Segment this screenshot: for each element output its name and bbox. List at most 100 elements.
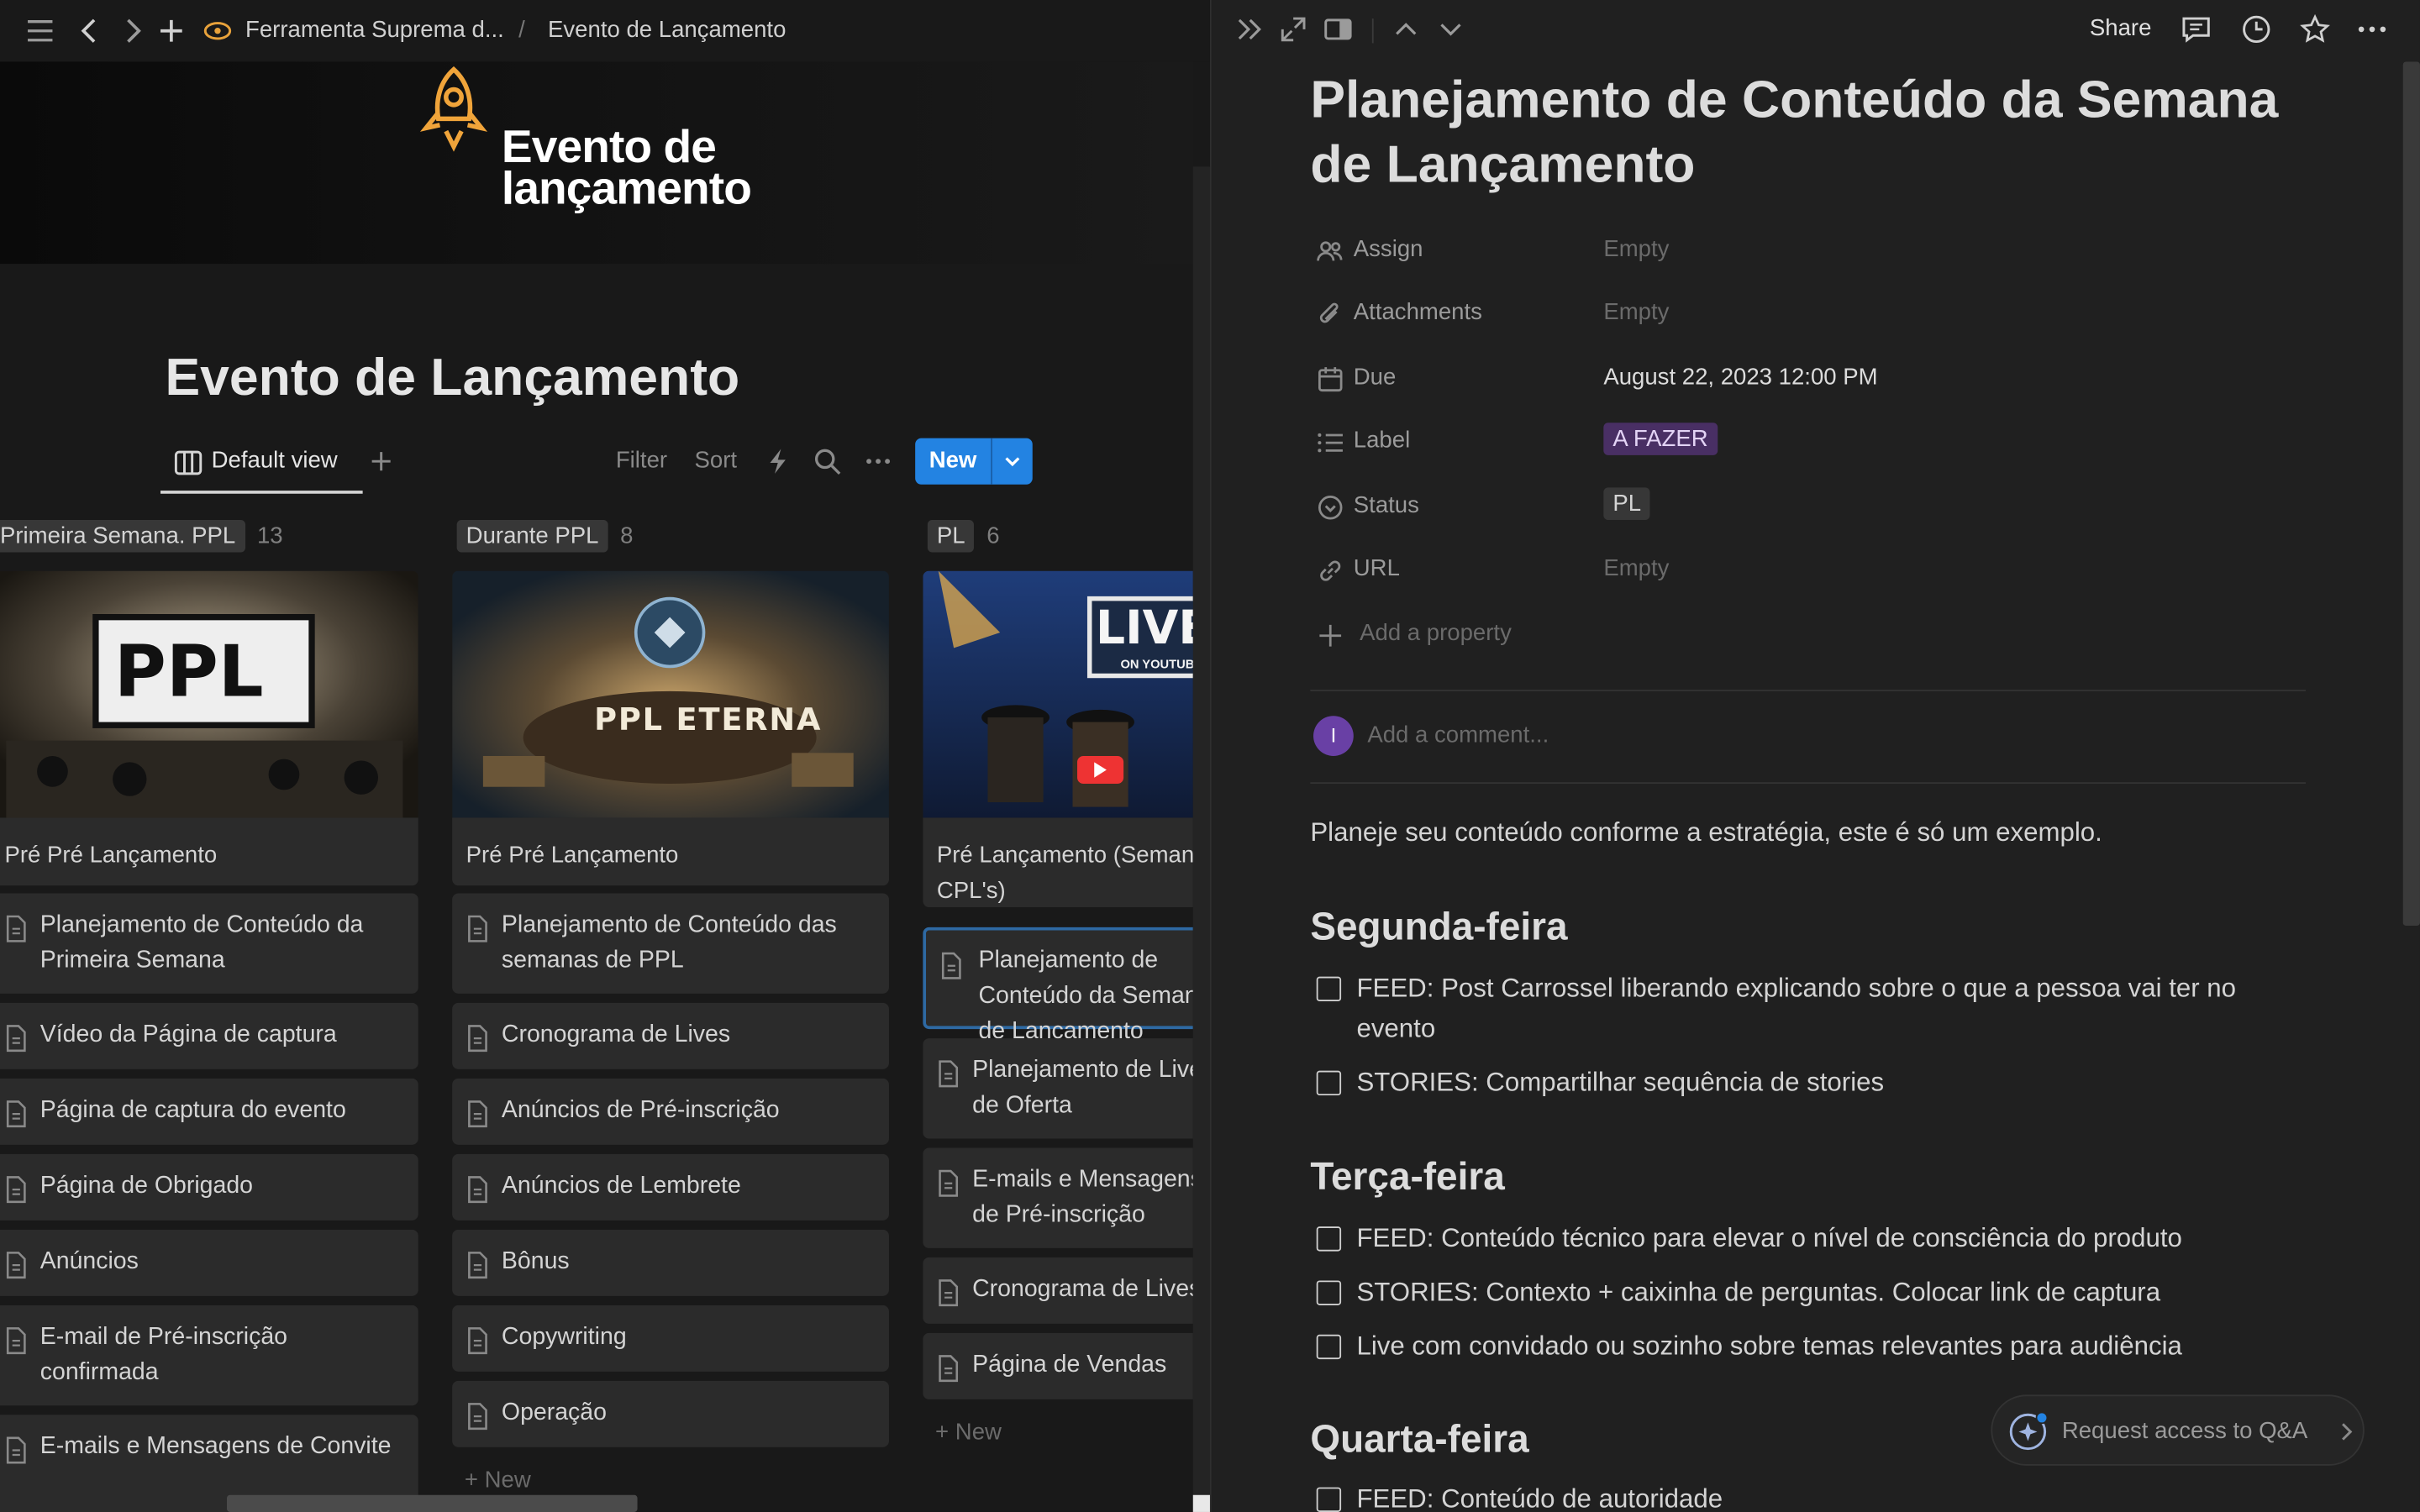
todo-item[interactable]: FEED: Conteúdo de autoridade [1310,1479,2297,1512]
star-icon[interactable] [2300,13,2331,45]
list-item[interactable]: Bônus [452,1229,889,1296]
list-item[interactable]: Página de Obrigado [0,1153,418,1221]
label-tag[interactable]: A FAZER [1603,423,1718,455]
property-value[interactable]: Empty [1603,236,1669,262]
group-name: Primeira Semana. PPL [0,519,245,553]
list-item[interactable]: E-mails e Mensagens de Pré-inscrição [923,1147,1193,1248]
add-new-card-button[interactable]: + New [465,1467,531,1494]
property-status[interactable]: Status PL [1310,485,2328,531]
checkbox[interactable] [1316,1280,1342,1305]
list-item[interactable]: Planejamento de Live de Oferta [923,1038,1193,1139]
status-tag[interactable]: PL [1603,487,1651,520]
plus-icon: + [935,1419,955,1446]
list-item[interactable]: Vídeo da Página de captura [0,1002,418,1069]
comment-input[interactable]: Add a comment... [1367,722,1549,748]
chevron-down-icon[interactable] [1435,14,1466,45]
item-label: E-mails e Mensagens de Convite [39,1433,392,1460]
expand-icon[interactable] [1278,14,1309,45]
list-item[interactable]: Cronograma de Lives [923,1257,1193,1324]
column-header[interactable]: Primeira Semana. PPL 13 [0,519,283,554]
horizontal-scrollbar[interactable] [226,1494,638,1512]
todo-text: Live com convidado ou sozinho sobre tema… [1356,1331,2182,1361]
card-cover-image[interactable]: PPL [0,570,418,818]
todo-text: FEED: Conteúdo de autoridade [1356,1483,1723,1512]
status-icon [1317,494,1344,522]
property-value[interactable]: Empty [1603,555,1669,581]
column-header[interactable]: Durante PPL 8 [456,519,633,554]
card-title[interactable]: Pré Lançamento (Semana CPL's) [923,817,1193,907]
clock-icon[interactable] [2241,14,2272,45]
todo-item[interactable]: FEED: Post Carrossel liberando explicand… [1310,969,2297,1049]
list-item[interactable]: Página de captura do evento [0,1078,418,1145]
document-icon [5,1327,29,1355]
heading-terca: Terça-feira [1310,1155,1505,1200]
share-button[interactable]: Share [2090,15,2152,41]
heading-segunda: Segunda-feira [1310,906,1568,949]
document-icon [466,1025,490,1053]
list-item[interactable]: Página de Vendas [923,1332,1193,1399]
request-access-button[interactable]: Request access to Q&A [1991,1394,2365,1466]
list-item[interactable]: Planejamento de Conteúdo da Primeira Sem… [0,893,418,994]
item-label: Planejamento de Conteúdo das semanas de … [501,911,837,974]
layout-toggle-icon[interactable] [1323,14,1354,45]
card-title[interactable]: Pré Pré Lançamento [452,817,889,886]
list-item[interactable]: Planejamento de Conteúdo das semanas de … [452,893,889,994]
list-item[interactable]: Anúncios [0,1229,418,1296]
item-label: Copywriting [501,1323,627,1351]
add-new-card-button[interactable]: + New [935,1420,1002,1446]
property-value[interactable]: Empty [1603,299,1669,325]
property-attachments[interactable]: Attachments Empty [1310,291,2328,338]
property-label[interactable]: Label A FAZER [1310,420,2328,466]
todo-item[interactable]: STORIES: Compartilhar sequência de stori… [1310,1063,2297,1103]
divider [1310,690,2307,691]
todo-item[interactable]: Live com convidado ou sozinho sobre tema… [1310,1327,2297,1368]
list-item-selected[interactable]: Planejamento de Conteúdo da Semana de La… [923,927,1193,1044]
close-peek-icon[interactable] [1234,14,1265,45]
checkbox[interactable] [1316,1070,1342,1096]
property-name: URL [1353,555,1400,582]
ai-sparkle-icon [2008,1411,2049,1452]
list-item[interactable]: E-mail de Pré-inscrição confirmada [0,1305,418,1406]
card-cover-image[interactable]: PPL ETERNA [452,570,889,818]
todo-item[interactable]: STORIES: Contexto + caixinha de pergunta… [1310,1273,2297,1313]
more-options-icon[interactable] [2357,14,2388,45]
list-item[interactable]: Anúncios de Lembrete [452,1153,889,1221]
property-assign[interactable]: Assign Empty [1310,228,2328,275]
add-property-button[interactable]: Add a property [1310,612,2328,659]
property-url[interactable]: URL Empty [1310,548,2328,594]
list-item[interactable]: Copywriting [452,1305,889,1372]
item-label: Planejamento de Conteúdo da Semana de La… [978,947,1193,1045]
side-peek-panel: Share Planejamento de Conteúdo da Semana… [1211,0,2420,1512]
checkbox[interactable] [1316,1334,1342,1360]
checkbox[interactable] [1316,1487,1342,1512]
item-label: E-mail de Pré-inscrição confirmada [39,1323,288,1386]
card-title[interactable]: Pré Pré Lançamento [0,817,418,886]
cover-text: PPL [113,629,264,713]
request-access-label: Request access to Q&A [2061,1417,2308,1445]
chevron-up-icon[interactable] [1391,14,1422,45]
item-label: Anúncios [39,1247,139,1275]
property-value[interactable]: August 22, 2023 12:00 PM [1603,364,1877,390]
list-item[interactable]: Anúncios de Pré-inscrição [452,1078,889,1145]
list-icon [1317,429,1344,457]
column-header[interactable]: PL 6 [927,519,1000,554]
property-due[interactable]: Due August 22, 2023 12:00 PM [1310,356,2328,402]
cover-subtext: ON YOUTUBE [1120,657,1192,671]
list-item[interactable]: Operação [452,1380,889,1447]
panel-scrollbar[interactable] [2402,61,2420,927]
property-name: Label [1353,427,1411,454]
checkbox[interactable] [1316,976,1342,1002]
todo-item[interactable]: FEED: Conteúdo técnico para elevar o nív… [1310,1219,2297,1259]
document-icon [466,1403,490,1431]
document-icon [5,1176,29,1204]
card-cover-image[interactable]: LIVE ON YOUTUBE [923,570,1193,818]
document-title[interactable]: Planejamento de Conteúdo da Semana de La… [1310,68,2328,197]
chevron-right-icon [2335,1420,2357,1444]
item-label: Bônus [501,1247,570,1275]
document-icon [937,1169,960,1197]
board-vertical-scrollbar[interactable] [1192,166,1210,1512]
list-item[interactable]: Cronograma de Lives [452,1002,889,1069]
checkbox[interactable] [1316,1226,1342,1252]
link-icon [1317,557,1344,585]
comment-icon[interactable] [2181,14,2212,45]
